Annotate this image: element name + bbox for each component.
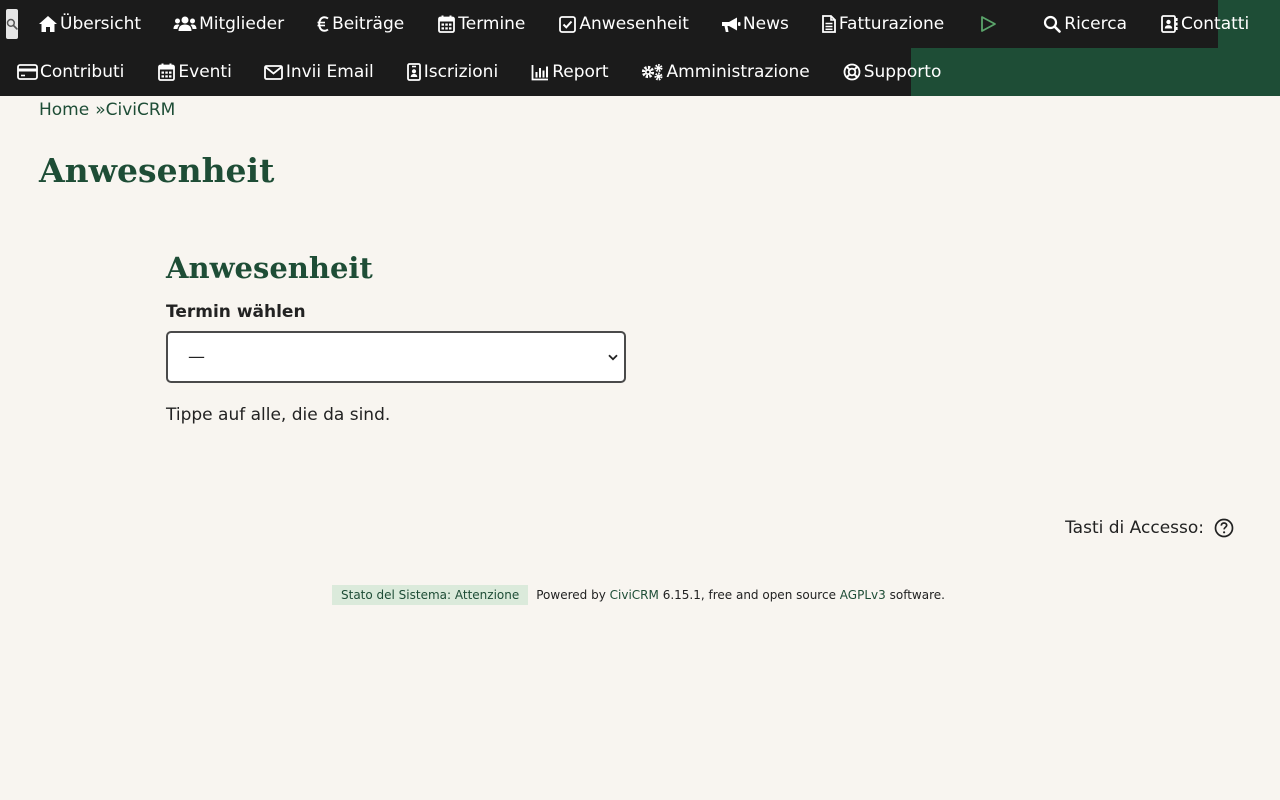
agpl-license-link[interactable]: AGPLv3 <box>840 588 886 602</box>
menu-item-label: Beiträge <box>332 14 405 34</box>
menu-item-label: Iscrizioni <box>423 62 499 82</box>
menu-item-amministrazione[interactable]: Amministrazione <box>625 48 826 96</box>
credit-card-icon <box>16 62 38 82</box>
menu-item-anwesenheit[interactable]: Anwesenheit <box>541 0 704 48</box>
menu-item-label: Invii Email <box>285 62 374 82</box>
bar-chart-icon <box>530 62 550 82</box>
menu-item-label: Amministrazione <box>666 62 810 82</box>
software-text: software. <box>889 588 945 602</box>
menu-item-label: Termine <box>458 14 526 34</box>
powered-by-text: Powered by <box>536 588 606 602</box>
footer: Stato del Sistema: Attenzione Powered by… <box>332 585 945 605</box>
search-icon <box>1042 14 1062 34</box>
menu-item-mitglieder[interactable]: Mitglieder <box>157 0 300 48</box>
menu-item-news[interactable]: News <box>705 0 805 48</box>
menu-item-label: Contatti <box>1181 14 1250 34</box>
help-icon[interactable] <box>1214 518 1234 538</box>
play-icon <box>978 14 998 34</box>
calendar-icon <box>156 62 176 82</box>
menu-item-beitraege[interactable]: Beiträge <box>300 0 420 48</box>
quicksearch-button[interactable] <box>6 9 18 39</box>
menu-item-play[interactable] <box>960 0 1026 48</box>
breadcrumb-home-link[interactable]: Home <box>39 100 89 120</box>
menu-item-label: Contributi <box>40 62 125 82</box>
menu-item-eventi[interactable]: Eventi <box>140 48 247 96</box>
check-square-icon <box>557 14 577 34</box>
page-title: Anwesenheit <box>39 151 275 190</box>
menu-item-iscrizioni[interactable]: Iscrizioni <box>390 48 514 96</box>
megaphone-icon <box>721 14 741 34</box>
gears-icon <box>641 62 665 82</box>
search-icon <box>6 15 18 34</box>
breadcrumb: Home » CiviCRM <box>39 100 175 120</box>
termin-select-value: — <box>188 347 205 367</box>
menu-item-uebersicht[interactable]: Übersicht <box>22 0 157 48</box>
euro-icon <box>316 14 330 34</box>
users-icon <box>173 14 197 34</box>
attendance-hint: Tippe auf alle, die da sind. <box>166 405 391 425</box>
breadcrumb-separator: » <box>95 100 106 120</box>
calendar-icon <box>436 14 456 34</box>
menubar-row-2: Contributi Eventi Invii Email Iscrizioni… <box>0 48 941 96</box>
envelope-icon <box>264 62 284 82</box>
menu-item-termine[interactable]: Termine <box>420 0 541 48</box>
menu-item-label: News <box>742 14 789 34</box>
civicrm-menubar: Übersicht Mitglieder Beiträge Termine An… <box>0 0 1280 96</box>
menu-item-label: Übersicht <box>60 14 142 34</box>
menubar-row-1: Übersicht Mitglieder Beiträge Termine An… <box>0 0 1249 48</box>
menu-item-fatturazione[interactable]: Fatturazione <box>805 0 960 48</box>
menu-item-label: Supporto <box>863 62 942 82</box>
access-keys: Tasti di Accesso: <box>1065 518 1234 538</box>
civicrm-link[interactable]: CiviCRM <box>610 588 659 602</box>
file-icon <box>821 14 837 34</box>
menu-item-report[interactable]: Report <box>514 48 624 96</box>
menu-item-label: Fatturazione <box>838 14 945 34</box>
termin-select[interactable]: — <box>166 331 626 383</box>
menu-item-contributi[interactable]: Contributi <box>0 48 140 96</box>
termin-select-label: Termin wählen <box>166 302 306 322</box>
menu-item-label: Eventi <box>178 62 232 82</box>
menu-item-label: Mitglieder <box>199 14 285 34</box>
menu-item-supporto[interactable]: Supporto <box>826 48 958 96</box>
menu-item-label: Report <box>552 62 609 82</box>
menu-item-ricerca[interactable]: Ricerca <box>1026 0 1143 48</box>
menu-item-label: Anwesenheit <box>579 14 689 34</box>
version-text: 6.15.1, free and open source <box>662 588 836 602</box>
address-book-icon <box>1159 14 1179 34</box>
home-icon <box>38 14 58 34</box>
section-title: Anwesenheit <box>166 251 373 285</box>
menu-item-contatti[interactable]: Contatti <box>1143 0 1265 48</box>
menu-item-invii-email[interactable]: Invii Email <box>248 48 390 96</box>
lifebuoy-icon <box>842 62 862 82</box>
access-keys-label: Tasti di Accesso: <box>1065 518 1204 538</box>
chevron-down-icon <box>608 354 618 361</box>
id-badge-icon <box>406 62 422 82</box>
menu-item-label: Ricerca <box>1064 14 1127 34</box>
breadcrumb-civicrm-link[interactable]: CiviCRM <box>106 100 176 120</box>
system-status-badge[interactable]: Stato del Sistema: Attenzione <box>332 585 529 605</box>
